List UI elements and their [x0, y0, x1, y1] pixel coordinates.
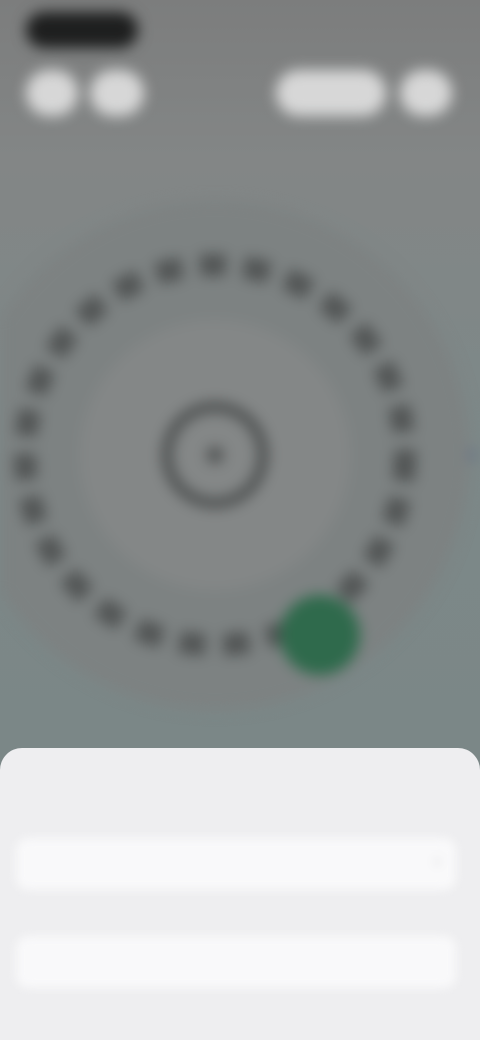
action-button[interactable] — [276, 70, 386, 116]
status-bar — [0, 0, 480, 60]
status-time — [26, 12, 138, 48]
back-button[interactable] — [26, 70, 78, 116]
compass-dial-icon — [0, 200, 475, 710]
field-2-input[interactable] — [16, 936, 456, 988]
dial-center-dot — [207, 447, 223, 463]
chevron-right-icon: › — [434, 853, 440, 870]
field-1-select[interactable]: › — [16, 838, 456, 890]
bottom-sheet: › — [0, 748, 480, 1040]
menu-button[interactable] — [90, 70, 144, 116]
top-bar — [0, 60, 480, 130]
more-button[interactable] — [400, 70, 452, 116]
dial-indicator[interactable] — [280, 595, 360, 675]
app-screen: › — [0, 0, 480, 1040]
dial-view[interactable] — [0, 150, 480, 750]
